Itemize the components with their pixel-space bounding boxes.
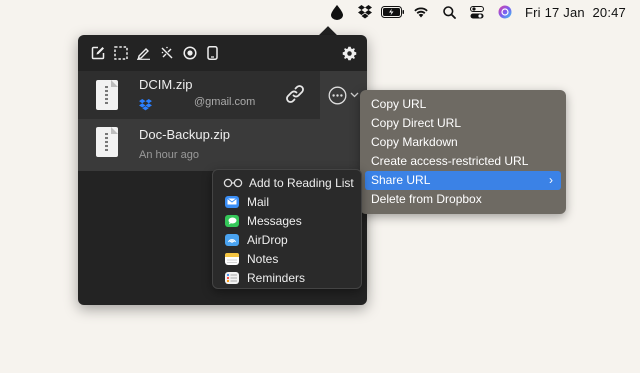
zip-file-icon xyxy=(96,80,118,110)
file-name: Doc-Backup.zip xyxy=(139,127,231,142)
share-item-reading-list[interactable]: Add to Reading List xyxy=(213,173,361,192)
notes-icon xyxy=(225,252,239,265)
menu-item-create-restricted-url[interactable]: Create access-restricted URL xyxy=(365,152,561,171)
search-icon[interactable] xyxy=(435,0,463,24)
file-row-dcim[interactable]: DCIM.zip @gmail.com xyxy=(78,71,367,119)
dropbox-icon xyxy=(139,98,152,111)
menu-item-label: Share URL xyxy=(371,173,431,187)
control-center-icon[interactable] xyxy=(463,0,491,24)
account-email: @gmail.com xyxy=(194,96,256,108)
chevron-down-icon xyxy=(350,92,359,98)
select-region-icon[interactable] xyxy=(109,41,132,65)
wifi-icon[interactable] xyxy=(407,0,435,24)
share-item-notes[interactable]: Notes xyxy=(213,249,361,268)
mail-icon xyxy=(225,195,239,208)
app-drop-icon[interactable] xyxy=(323,0,351,24)
reminders-icon xyxy=(225,271,239,284)
file-timestamp: An hour ago xyxy=(139,149,199,161)
share-item-label: Add to Reading List xyxy=(249,175,354,190)
share-item-label: Notes xyxy=(247,251,279,266)
chevron-right-icon: › xyxy=(549,173,553,187)
share-item-label: Messages xyxy=(247,213,302,228)
file-context-menu: Copy URL Copy Direct URL Copy Markdown C… xyxy=(360,90,566,214)
file-name: DCIM.zip xyxy=(139,77,193,92)
dropbox-icon[interactable] xyxy=(351,0,379,24)
file-row-doc-backup[interactable]: Doc-Backup.zip An hour ago xyxy=(78,119,367,171)
menu-clock[interactable]: Fri 17 Jan 20:47 xyxy=(525,5,626,20)
share-item-mail[interactable]: Mail xyxy=(213,192,361,211)
messages-icon xyxy=(225,214,239,227)
airdrop-icon xyxy=(225,233,239,246)
device-icon[interactable] xyxy=(201,41,224,65)
menu-item-copy-direct-url[interactable]: Copy Direct URL xyxy=(365,114,561,133)
menu-item-copy-url[interactable]: Copy URL xyxy=(365,95,561,114)
share-item-messages[interactable]: Messages xyxy=(213,211,361,230)
link-icon[interactable] xyxy=(284,83,306,110)
magic-icon[interactable] xyxy=(155,41,178,65)
share-submenu: Add to Reading List Mail Messages AirDro… xyxy=(212,169,362,289)
zip-file-icon xyxy=(96,127,118,157)
menu-bar: Fri 17 Jan 20:47 xyxy=(0,0,640,24)
share-item-label: AirDrop xyxy=(247,232,288,247)
clock-time: 20:47 xyxy=(592,4,626,20)
share-item-reminders[interactable]: Reminders xyxy=(213,268,361,287)
reading-list-icon xyxy=(223,177,243,189)
menu-item-delete-from-dropbox[interactable]: Delete from Dropbox xyxy=(365,190,561,209)
annotate-icon[interactable] xyxy=(132,41,155,65)
share-item-airdrop[interactable]: AirDrop xyxy=(213,230,361,249)
panel-toolbar xyxy=(78,35,367,71)
menu-item-share-url[interactable]: Share URL › xyxy=(365,171,561,190)
clock-date: Fri 17 Jan xyxy=(525,4,585,20)
record-icon[interactable] xyxy=(178,41,201,65)
more-icon xyxy=(328,86,347,104)
menu-item-copy-markdown[interactable]: Copy Markdown xyxy=(365,133,561,152)
edit-icon[interactable] xyxy=(86,41,109,65)
siri-icon[interactable] xyxy=(491,0,519,24)
share-item-label: Mail xyxy=(247,194,270,209)
battery-icon[interactable] xyxy=(379,0,407,24)
share-item-label: Reminders xyxy=(247,270,306,285)
gear-icon[interactable] xyxy=(338,41,361,65)
